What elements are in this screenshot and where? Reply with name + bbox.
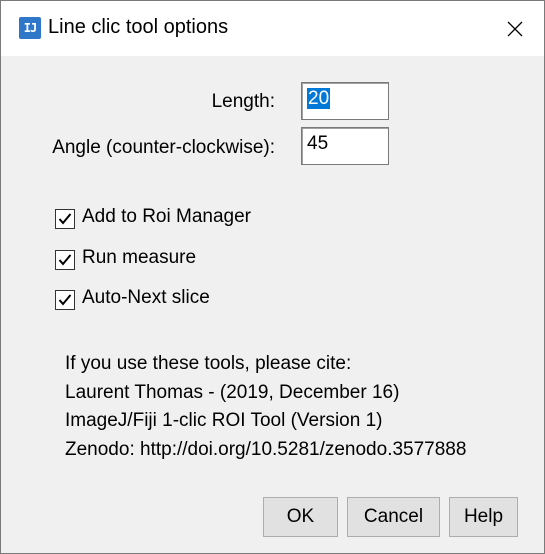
ok-button[interactable]: OK bbox=[263, 497, 338, 537]
window-title: Line clic tool options bbox=[48, 16, 229, 38]
run-measure-label: Run measure bbox=[82, 247, 197, 268]
angle-input[interactable]: 45 bbox=[301, 127, 389, 165]
length-value: 20 bbox=[307, 88, 331, 109]
checkmark-icon bbox=[58, 254, 72, 266]
length-label: Length: bbox=[211, 91, 275, 112]
citation-line: Laurent Thomas - (2019, December 16) bbox=[65, 381, 400, 403]
checkbox-box[interactable] bbox=[55, 290, 75, 310]
citation-line: Zenodo: http://doi.org/10.5281/zenodo.35… bbox=[65, 438, 467, 460]
help-button[interactable]: Help bbox=[449, 497, 518, 537]
add-to-roi-manager-label: Add to Roi Manager bbox=[82, 206, 251, 227]
cancel-button[interactable]: Cancel bbox=[347, 497, 440, 537]
citation-text: If you use these tools, please cite: Lau… bbox=[65, 350, 466, 464]
title-bar: IJ Line clic tool options bbox=[1, 1, 544, 56]
checkmark-icon bbox=[58, 213, 72, 225]
citation-line: ImageJ/Fiji 1-clic ROI Tool (Version 1) bbox=[65, 410, 383, 431]
close-icon bbox=[507, 21, 523, 37]
auto-next-slice-label: Auto-Next slice bbox=[82, 287, 210, 308]
checkbox-box[interactable] bbox=[55, 250, 75, 270]
angle-label: Angle (counter-clockwise): bbox=[52, 137, 275, 158]
imagej-app-icon: IJ bbox=[19, 17, 41, 39]
angle-value: 45 bbox=[307, 133, 329, 154]
checkmark-icon bbox=[58, 294, 72, 306]
close-button[interactable] bbox=[491, 9, 539, 49]
citation-line: If you use these tools, please cite: bbox=[65, 353, 352, 374]
dialog-window: IJ Line clic tool options Length: 20 Ang… bbox=[0, 0, 545, 554]
checkbox-box[interactable] bbox=[55, 209, 75, 229]
length-input[interactable]: 20 bbox=[301, 82, 389, 120]
